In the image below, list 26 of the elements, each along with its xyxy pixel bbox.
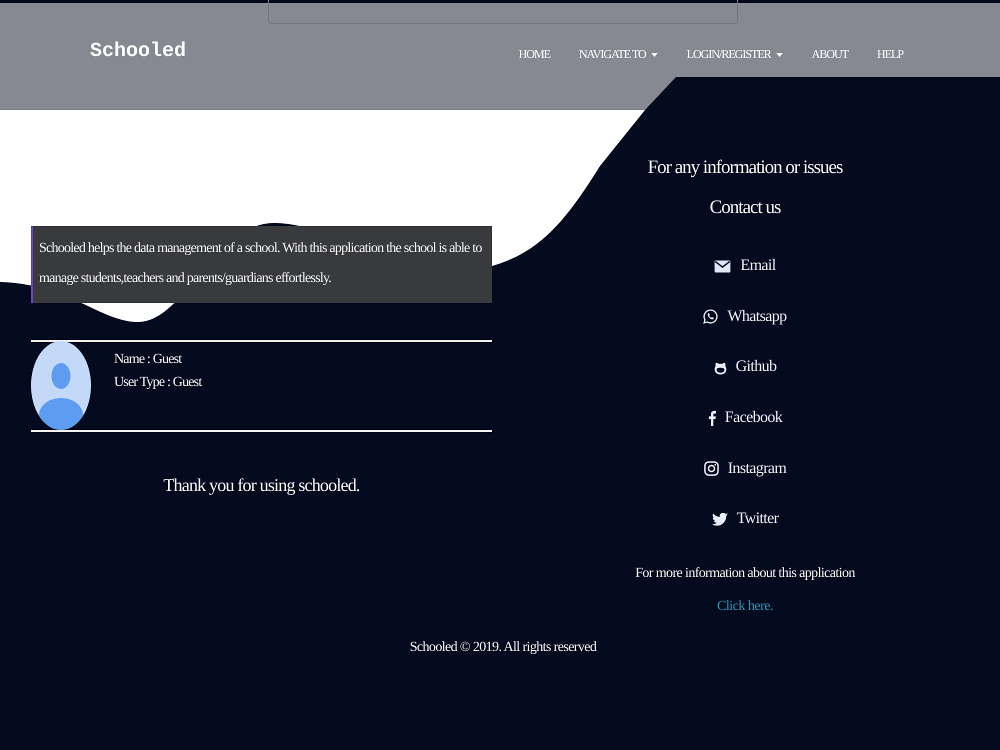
- contact-link[interactable]: Facebook: [708, 409, 782, 428]
- envelope-icon: [714, 260, 732, 273]
- contact-link[interactable]: Email: [714, 257, 776, 276]
- contact-link[interactable]: Github: [714, 358, 776, 376]
- nav-link[interactable]: HELP: [877, 47, 903, 62]
- contact-heading: For any information or issues: [646, 156, 844, 180]
- contact-link[interactable]: Twitter: [712, 510, 778, 528]
- brand-logo[interactable]: Schooled: [90, 40, 186, 62]
- more-info-text: For more information about this application: [634, 564, 856, 583]
- click-here-link[interactable]: Click here.: [717, 598, 773, 614]
- copyright-text: Schooled © 2019. All rights reserved: [410, 640, 596, 655]
- user-name: Name : Guest: [114, 351, 183, 369]
- contact-link[interactable]: Instagram: [704, 460, 786, 478]
- bird-icon: [712, 512, 728, 526]
- user-type: User Type : Guest: [114, 374, 202, 392]
- phone-bubble-icon: [703, 309, 718, 324]
- about-card: Schooled helps the data management of a school. With this application the school is able to manage students,teachers and parents/guardians effortlessly.: [31, 226, 492, 303]
- nav-link[interactable]: ABOUT: [812, 47, 848, 62]
- letter-f-icon: [708, 409, 716, 428]
- nav-dropdown[interactable]: LOGIN/REGISTER: [686, 47, 783, 62]
- camera-icon: [704, 461, 719, 476]
- thank-you-text: Thank you for using schooled.: [162, 474, 361, 497]
- contact-link[interactable]: Whatsapp: [703, 308, 787, 326]
- nav-link[interactable]: HOME: [518, 47, 550, 62]
- nav-dropdown[interactable]: NAVIGATE TO: [578, 47, 658, 62]
- contact-subheading: Contact us: [708, 196, 782, 220]
